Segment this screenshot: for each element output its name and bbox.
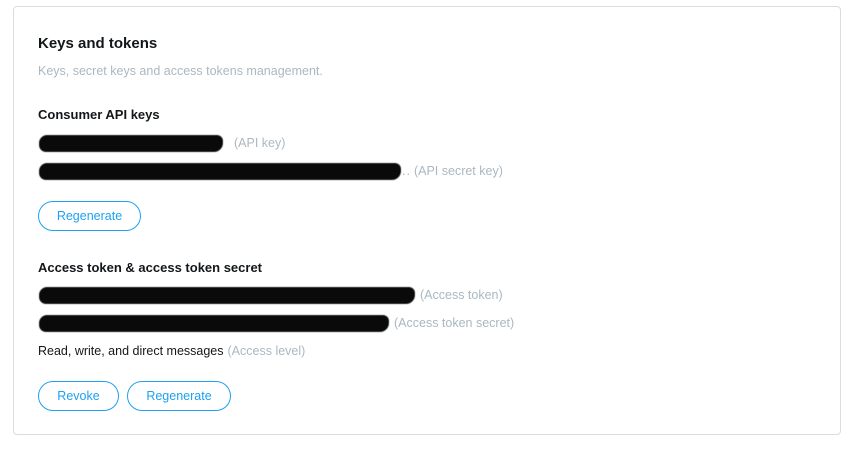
access-level-row: Read, write, and direct messages (Access …: [38, 344, 305, 358]
revoke-access-token-button[interactable]: Revoke: [38, 381, 119, 411]
api-key-row: (API key): [40, 133, 285, 153]
keys-and-tokens-card: Keys and tokens Keys, secret keys and ac…: [13, 6, 841, 435]
card-subtitle: Keys, secret keys and access tokens mana…: [38, 64, 323, 78]
regenerate-access-token-button[interactable]: Regenerate: [127, 381, 231, 411]
redacted-api-key: [40, 135, 222, 151]
api-key-hint: (API key): [234, 136, 286, 150]
api-secret-key-hint: (API secret key): [413, 164, 503, 178]
redacted-access-token: [40, 287, 414, 303]
access-token-hint: (Access token): [420, 288, 503, 302]
redacted-access-token-secret: [40, 315, 388, 331]
card-title: Keys and tokens: [38, 35, 158, 52]
access-token-heading: Access token & access token secret: [38, 260, 263, 275]
access-level-value: Read, write, and direct messages: [38, 344, 224, 358]
api-secret-ellipsis: ..: [402, 164, 411, 178]
access-token-row: (Access token): [40, 285, 503, 305]
api-secret-key-row: .. (API secret key): [40, 161, 503, 181]
regenerate-consumer-keys-button[interactable]: Regenerate: [38, 201, 141, 231]
access-level-hint: (Access level): [227, 344, 306, 358]
redacted-api-secret-key: [40, 163, 400, 179]
access-token-secret-hint: (Access token secret): [394, 316, 515, 330]
access-token-secret-row: (Access token secret): [40, 313, 514, 333]
consumer-api-keys-heading: Consumer API keys: [38, 107, 160, 122]
